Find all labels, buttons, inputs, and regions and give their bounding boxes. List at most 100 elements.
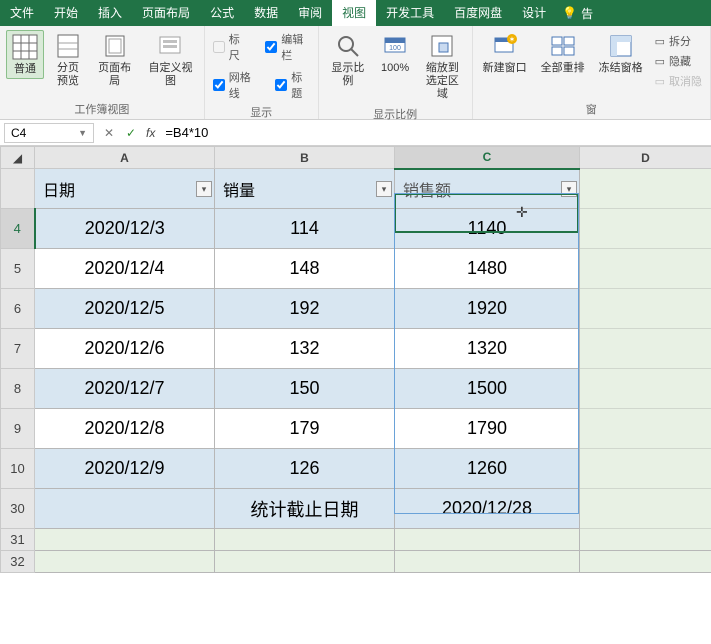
cell[interactable]: 148 [215, 249, 395, 289]
cell[interactable] [580, 329, 711, 369]
tab-baidu[interactable]: 百度网盘 [444, 0, 512, 26]
tab-formulas[interactable]: 公式 [200, 0, 244, 26]
row-header[interactable]: 7 [1, 329, 35, 369]
chk-gridlines[interactable]: 网格线 [211, 68, 259, 102]
row-header[interactable]: 31 [1, 529, 35, 551]
hide-button[interactable]: ▭隐藏 [653, 52, 704, 70]
select-all-corner[interactable]: ◢ [1, 147, 35, 169]
cell-active[interactable]: 1140 [395, 209, 580, 249]
row-header[interactable]: 30 [1, 489, 35, 529]
row-header[interactable]: 8 [1, 369, 35, 409]
header-date[interactable]: 日期▾ [35, 169, 215, 209]
cell[interactable] [395, 551, 580, 573]
tab-view[interactable]: 视图 [332, 0, 376, 26]
cell[interactable]: 126 [215, 449, 395, 489]
cell[interactable]: 114 [215, 209, 395, 249]
cell[interactable] [580, 551, 711, 573]
tab-review[interactable]: 审阅 [288, 0, 332, 26]
cell[interactable]: 150 [215, 369, 395, 409]
cell[interactable] [580, 409, 711, 449]
row-header[interactable]: 9 [1, 409, 35, 449]
cell[interactable]: 2020/12/3 [35, 209, 215, 249]
cell[interactable] [215, 529, 395, 551]
cell[interactable] [35, 551, 215, 573]
cell[interactable]: 2020/12/8 [35, 409, 215, 449]
grid-icon [11, 33, 39, 61]
cell[interactable] [580, 249, 711, 289]
accept-formula-button[interactable]: ✓ [120, 126, 142, 140]
unhide-button[interactable]: ▭取消隐 [653, 72, 704, 90]
view-pagelayout-button[interactable]: 页面布局 [92, 30, 137, 90]
tab-insert[interactable]: 插入 [88, 0, 132, 26]
cell[interactable]: 179 [215, 409, 395, 449]
cell[interactable]: 1320 [395, 329, 580, 369]
cell[interactable]: 2020/12/6 [35, 329, 215, 369]
col-header-a[interactable]: A [35, 147, 215, 169]
cell[interactable]: 2020/12/5 [35, 289, 215, 329]
tab-home[interactable]: 开始 [44, 0, 88, 26]
cell[interactable]: 1920 [395, 289, 580, 329]
cell[interactable]: 2020/12/4 [35, 249, 215, 289]
chk-ruler[interactable]: 标尺 [211, 30, 249, 64]
col-header-d[interactable]: D [580, 147, 711, 169]
tab-developer[interactable]: 开发工具 [376, 0, 444, 26]
freeze-panes-button[interactable]: 冻结窗格 [595, 30, 647, 77]
row-header[interactable]: 10 [1, 449, 35, 489]
cell[interactable] [580, 289, 711, 329]
chk-headings[interactable]: 标题 [273, 68, 311, 102]
row-header-1[interactable] [1, 169, 35, 209]
formula-input[interactable] [159, 123, 711, 143]
col-header-b[interactable]: B [215, 147, 395, 169]
cell[interactable] [580, 369, 711, 409]
cell[interactable] [580, 449, 711, 489]
cell[interactable] [580, 529, 711, 551]
cell[interactable] [580, 209, 711, 249]
arrange-all-button[interactable]: 全部重排 [537, 30, 589, 77]
cell[interactable] [35, 529, 215, 551]
fx-icon[interactable]: fx [142, 126, 159, 140]
cell[interactable] [35, 489, 215, 529]
cancel-formula-button[interactable]: ✕ [98, 126, 120, 140]
zoom-100-button[interactable]: 100 100% [377, 30, 413, 77]
zoom-selection-button[interactable]: 缩放到 选定区域 [419, 30, 465, 104]
cell[interactable]: 1260 [395, 449, 580, 489]
worksheet-grid[interactable]: ◢ A B C D 日期▾ 销量▾ 销售额▾ 42020/12/31141140… [0, 146, 711, 573]
view-normal-button[interactable]: 普通 [6, 30, 44, 79]
cell[interactable]: 1790 [395, 409, 580, 449]
tab-data[interactable]: 数据 [244, 0, 288, 26]
row-header[interactable]: 5 [1, 249, 35, 289]
chk-formula-bar[interactable]: 编辑栏 [263, 30, 311, 64]
cell[interactable]: 1500 [395, 369, 580, 409]
filter-button-a[interactable]: ▾ [196, 181, 212, 197]
cell[interactable]: 2020/12/9 [35, 449, 215, 489]
tab-design[interactable]: 设计 [512, 0, 556, 26]
tell-me[interactable]: 💡 告 [556, 0, 711, 26]
filter-button-b[interactable]: ▾ [376, 181, 392, 197]
row-header[interactable]: 32 [1, 551, 35, 573]
view-pagebreak-button[interactable]: 分页 预览 [50, 30, 86, 90]
cell[interactable] [395, 529, 580, 551]
tab-file[interactable]: 文件 [0, 0, 44, 26]
row-header[interactable]: 4 [1, 209, 35, 249]
zoom-button[interactable]: 显示比例 [325, 30, 371, 90]
cell[interactable]: 192 [215, 289, 395, 329]
row-header[interactable]: 6 [1, 289, 35, 329]
view-custom-button[interactable]: 自定义视图 [143, 30, 198, 90]
new-window-button[interactable]: ✶ 新建窗口 [479, 30, 531, 77]
chevron-down-icon[interactable]: ▼ [78, 128, 87, 138]
filter-button-c[interactable]: ▾ [561, 181, 577, 197]
header-qty[interactable]: 销量▾ [215, 169, 395, 209]
cell[interactable]: 132 [215, 329, 395, 369]
col-header-c[interactable]: C [395, 147, 580, 169]
cell-d-header[interactable] [580, 169, 711, 209]
cell-footer-date[interactable]: 2020/12/28 [395, 489, 580, 529]
cell[interactable] [580, 489, 711, 529]
name-box[interactable]: C4 ▼ [4, 123, 94, 143]
cell[interactable]: 2020/12/7 [35, 369, 215, 409]
cell-footer-label[interactable]: 统计截止日期 [215, 489, 395, 529]
tab-page-layout[interactable]: 页面布局 [132, 0, 200, 26]
cell[interactable]: 1480 [395, 249, 580, 289]
header-sales[interactable]: 销售额▾ [395, 169, 580, 209]
split-button[interactable]: ▭拆分 [653, 32, 704, 50]
cell[interactable] [215, 551, 395, 573]
